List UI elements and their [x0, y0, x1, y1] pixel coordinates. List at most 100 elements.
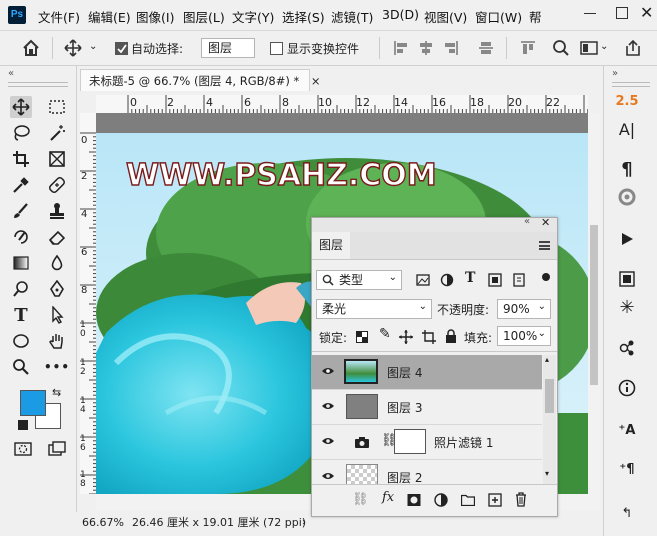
filter-smart-object-icon[interactable] [512, 273, 526, 287]
show-transform-checkbox[interactable] [270, 42, 283, 55]
collapse-dock-icon[interactable]: » [612, 68, 618, 79]
fill-input[interactable]: 100% ⌄ [497, 326, 551, 346]
character-icon[interactable]: A| [613, 118, 641, 140]
layers-panel-titlebar[interactable]: « ✕ [312, 216, 557, 232]
collapse-tools-icon[interactable]: « [8, 68, 14, 79]
scroll-up-icon[interactable]: ▴ [545, 355, 549, 364]
menu-select[interactable]: 选择(S) [282, 7, 325, 26]
menu-filter[interactable]: 滤镜(T) [331, 7, 373, 26]
dodge-tool-icon[interactable] [10, 278, 32, 300]
paragraph-icon[interactable]: ¶ [613, 158, 641, 180]
search-icon[interactable] [552, 39, 570, 57]
menu-help[interactable]: 帮 [529, 7, 542, 26]
layer-filter-dropdown[interactable]: 类型 ⌄ [316, 270, 402, 290]
visibility-eye-icon[interactable] [321, 401, 335, 411]
lock-transparent-icon[interactable] [356, 331, 368, 343]
workspace-chevron-icon[interactable]: ⌄ [600, 41, 608, 52]
glyphs-icon[interactable] [613, 186, 641, 208]
magic-wand-icon[interactable] [46, 122, 68, 144]
fx-icon[interactable]: fx [382, 490, 394, 505]
move-tool-icon[interactable] [64, 39, 82, 57]
default-colors-icon[interactable] [18, 420, 28, 430]
scroll-down-icon[interactable]: ▾ [545, 469, 549, 478]
character-styles-icon[interactable]: ⁺A [613, 419, 641, 441]
healing-brush-icon[interactable] [46, 174, 68, 196]
auto-select-checkbox[interactable] [115, 42, 128, 55]
layer-name[interactable]: 照片滤镜 1 [434, 434, 493, 451]
visibility-eye-icon[interactable] [321, 366, 335, 376]
distribute-icon[interactable] [478, 40, 494, 56]
character-style-value[interactable]: 2.5 [613, 90, 641, 112]
adjustments-icon[interactable] [613, 337, 641, 359]
gradient-tool-icon[interactable] [10, 252, 32, 274]
new-layer-icon[interactable] [488, 493, 502, 507]
close-window-icon[interactable]: ✕ [640, 3, 653, 22]
home-icon[interactable] [22, 39, 40, 57]
align-left-icon[interactable] [393, 40, 409, 56]
swatches-panel-icon[interactable] [613, 268, 641, 290]
add-mask-icon[interactable] [407, 493, 421, 507]
lock-artboard-icon[interactable] [422, 330, 436, 344]
foreground-color-swatch[interactable] [20, 390, 46, 416]
play-actions-icon[interactable] [613, 228, 641, 250]
blur-tool-icon[interactable] [46, 252, 68, 274]
swap-colors-icon[interactable]: ⇆ [52, 386, 61, 399]
paragraph-styles-icon[interactable]: ⁺¶ [613, 458, 641, 480]
align-top-icon[interactable] [520, 40, 536, 56]
frame-tool-icon[interactable] [46, 148, 68, 170]
share-icon[interactable] [624, 39, 642, 57]
maximize-icon[interactable] [616, 7, 628, 19]
layer-row[interactable]: 图层 3 [312, 390, 542, 425]
menu-3d[interactable]: 3D(D) [382, 7, 419, 22]
move-tool-icon[interactable] [10, 96, 32, 118]
tab-layers[interactable]: 图层 [312, 232, 350, 259]
zoom-level[interactable]: 66.67% [82, 512, 124, 534]
new-group-icon[interactable] [461, 494, 475, 506]
layer-name[interactable]: 图层 3 [387, 399, 422, 416]
vertical-scrollbar[interactable] [588, 113, 600, 510]
status-chevron-icon[interactable]: › [302, 512, 306, 534]
delete-layer-icon[interactable] [515, 492, 527, 507]
layer-row[interactable]: 图层 4 [312, 355, 542, 390]
ruler-origin[interactable] [80, 95, 97, 114]
history-brush-icon[interactable] [10, 226, 32, 248]
filter-pixel-icon[interactable] [416, 273, 430, 287]
workspace-icon[interactable] [580, 40, 598, 56]
ellipse-tool-icon[interactable] [10, 330, 32, 352]
layers-scroll-thumb[interactable] [545, 379, 554, 413]
menu-type[interactable]: 文字(Y) [232, 7, 274, 26]
brush-settings-icon[interactable]: ✳ [613, 296, 641, 318]
vertical-scroll-thumb[interactable] [590, 225, 598, 385]
link-layers-icon[interactable]: ⛓ [352, 492, 369, 507]
collapse-panel-icon[interactable]: « [524, 216, 530, 227]
panel-menu-icon[interactable] [539, 241, 550, 250]
close-tab-icon[interactable]: × [311, 74, 321, 88]
horizontal-ruler[interactable]: 0 2 4 6 8 10 12 14 16 18 20 22 [96, 95, 588, 114]
quick-mask-icon[interactable] [12, 438, 34, 460]
lock-pixels-icon[interactable]: ✎ [379, 326, 391, 342]
type-tool-icon[interactable]: T [10, 304, 32, 326]
filter-type-icon[interactable]: T [465, 270, 475, 286]
vertical-ruler[interactable]: 0 2 4 6 8 10 12 14 16 18 [80, 113, 97, 494]
filter-toggle-icon[interactable] [542, 273, 550, 281]
info-icon[interactable] [613, 377, 641, 399]
pen-tool-icon[interactable] [46, 278, 68, 300]
path-selection-icon[interactable] [46, 304, 68, 326]
visibility-eye-icon[interactable] [321, 436, 335, 446]
layer-name[interactable]: 图层 4 [387, 364, 422, 381]
eraser-icon[interactable] [46, 226, 68, 248]
lock-all-icon[interactable] [445, 329, 457, 343]
document-tab[interactable]: 未标题-5 @ 66.7% (图层 4, RGB/8#) * × [80, 69, 321, 91]
zoom-tool-icon[interactable] [10, 356, 32, 378]
layers-scrollbar[interactable]: ▴ ▾ [543, 355, 556, 484]
menu-layer[interactable]: 图层(L) [183, 7, 225, 26]
align-center-icon[interactable] [418, 40, 434, 56]
layer-row[interactable]: ⛓ 照片滤镜 1 [312, 425, 542, 460]
blend-mode-dropdown[interactable]: 柔光 ⌄ [316, 299, 432, 319]
eyedropper-icon[interactable] [10, 174, 32, 196]
menu-file[interactable]: 文件(F) [38, 7, 80, 26]
crop-tool-icon[interactable] [10, 148, 32, 170]
lasso-tool-icon[interactable] [10, 122, 32, 144]
visibility-eye-icon[interactable] [321, 471, 335, 481]
close-panel-icon[interactable]: ✕ [541, 216, 550, 229]
